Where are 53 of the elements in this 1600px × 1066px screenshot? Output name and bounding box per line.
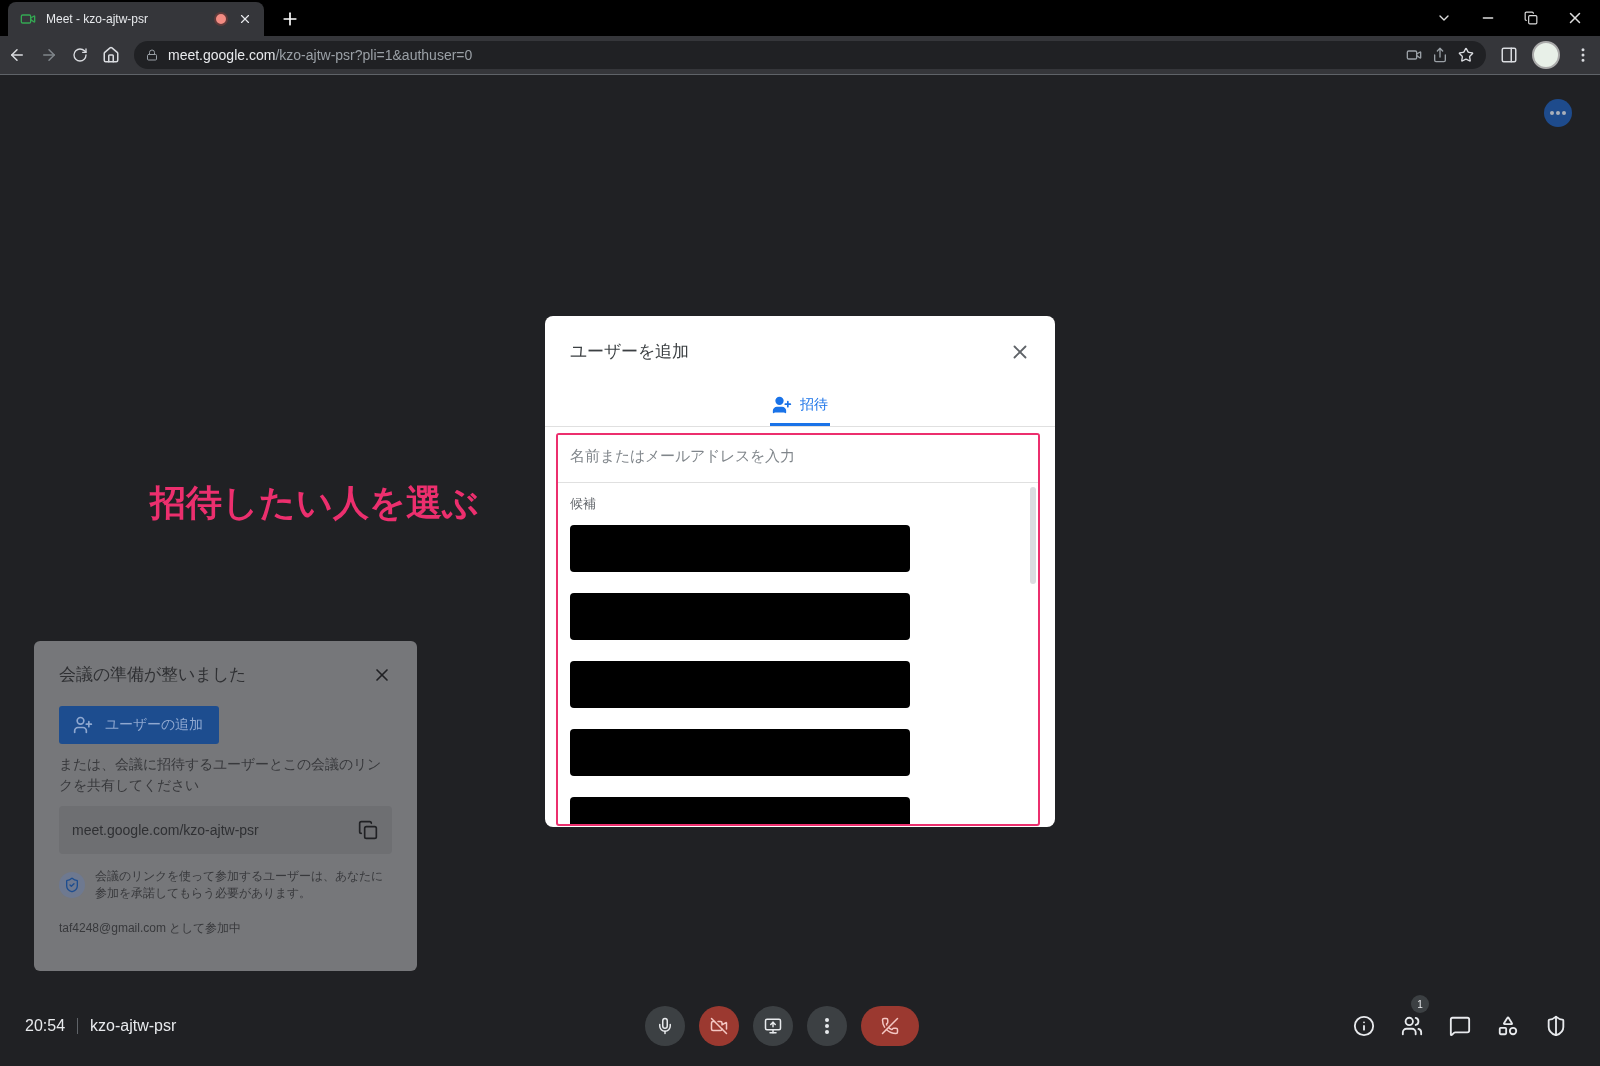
add-person-icon <box>772 395 792 415</box>
search-field[interactable]: 名前またはメールアドレスを入力 <box>558 435 1038 483</box>
reload-icon[interactable] <box>72 47 88 63</box>
add-user-button[interactable]: ユーザーの追加 <box>59 706 219 744</box>
dots-icon <box>1550 111 1566 115</box>
forward-icon[interactable] <box>40 46 58 64</box>
back-icon[interactable] <box>8 46 26 64</box>
shield-icon <box>59 872 85 898</box>
annotation-text: 招待したい人を選ぶ <box>150 481 479 525</box>
address-bar[interactable]: meet.google.com/kzo-ajtw-psr?pli=1&authuser=0 <box>134 41 1486 69</box>
people-icon <box>1401 1015 1423 1037</box>
phone-icon <box>881 1017 899 1035</box>
meeting-code: kzo-ajtw-psr <box>90 1017 177 1035</box>
url-text: meet.google.com/kzo-ajtw-psr?pli=1&authuser=0 <box>168 47 474 63</box>
meet-logo-icon <box>20 11 36 27</box>
card-title: 会議の準備が整いました <box>59 664 246 686</box>
mic-button[interactable] <box>645 1006 685 1046</box>
restore-icon[interactable] <box>1524 11 1538 25</box>
chat-icon <box>1449 1015 1471 1037</box>
activities-button[interactable] <box>1497 1015 1519 1037</box>
dots-icon <box>825 1018 829 1034</box>
info-icon <box>1353 1015 1375 1037</box>
more-options-button[interactable] <box>1544 99 1572 127</box>
invite-tab[interactable]: 招待 <box>770 391 830 426</box>
share-icon[interactable] <box>1432 47 1448 63</box>
shield-icon <box>1545 1015 1567 1037</box>
copy-button[interactable] <box>358 820 378 840</box>
profile-avatar[interactable] <box>1532 41 1560 69</box>
shapes-icon <box>1497 1015 1519 1037</box>
more-options-button[interactable] <box>807 1006 847 1046</box>
lock-icon <box>146 49 158 61</box>
suggestions-heading: 候補 <box>570 495 597 513</box>
count-badge: 1 <box>1411 995 1429 1013</box>
side-panel-icon[interactable] <box>1500 46 1518 64</box>
home-icon[interactable] <box>102 46 120 64</box>
camera-off-button[interactable] <box>699 1006 739 1046</box>
chat-button[interactable] <box>1449 1015 1471 1037</box>
bookmark-star-icon[interactable] <box>1458 47 1474 63</box>
end-call-button[interactable] <box>861 1006 919 1046</box>
close-tab-icon[interactable] <box>238 12 252 26</box>
add-person-icon <box>73 715 93 735</box>
browser-tab[interactable]: Meet - kzo-ajtw-psr <box>8 2 264 36</box>
tab-title: Meet - kzo-ajtw-psr <box>46 12 150 26</box>
clock-time: 20:54 <box>25 1017 66 1035</box>
present-button[interactable] <box>753 1006 793 1046</box>
camera-icon[interactable] <box>1406 47 1422 63</box>
screen-share-icon <box>764 1017 782 1035</box>
microphone-icon <box>656 1017 674 1035</box>
camera-off-icon <box>710 1017 728 1035</box>
dialog-title: ユーザーを追加 <box>570 341 689 363</box>
info-button[interactable] <box>1353 1015 1375 1037</box>
people-button[interactable] <box>1401 1015 1423 1037</box>
host-controls-button[interactable] <box>1545 1015 1567 1037</box>
